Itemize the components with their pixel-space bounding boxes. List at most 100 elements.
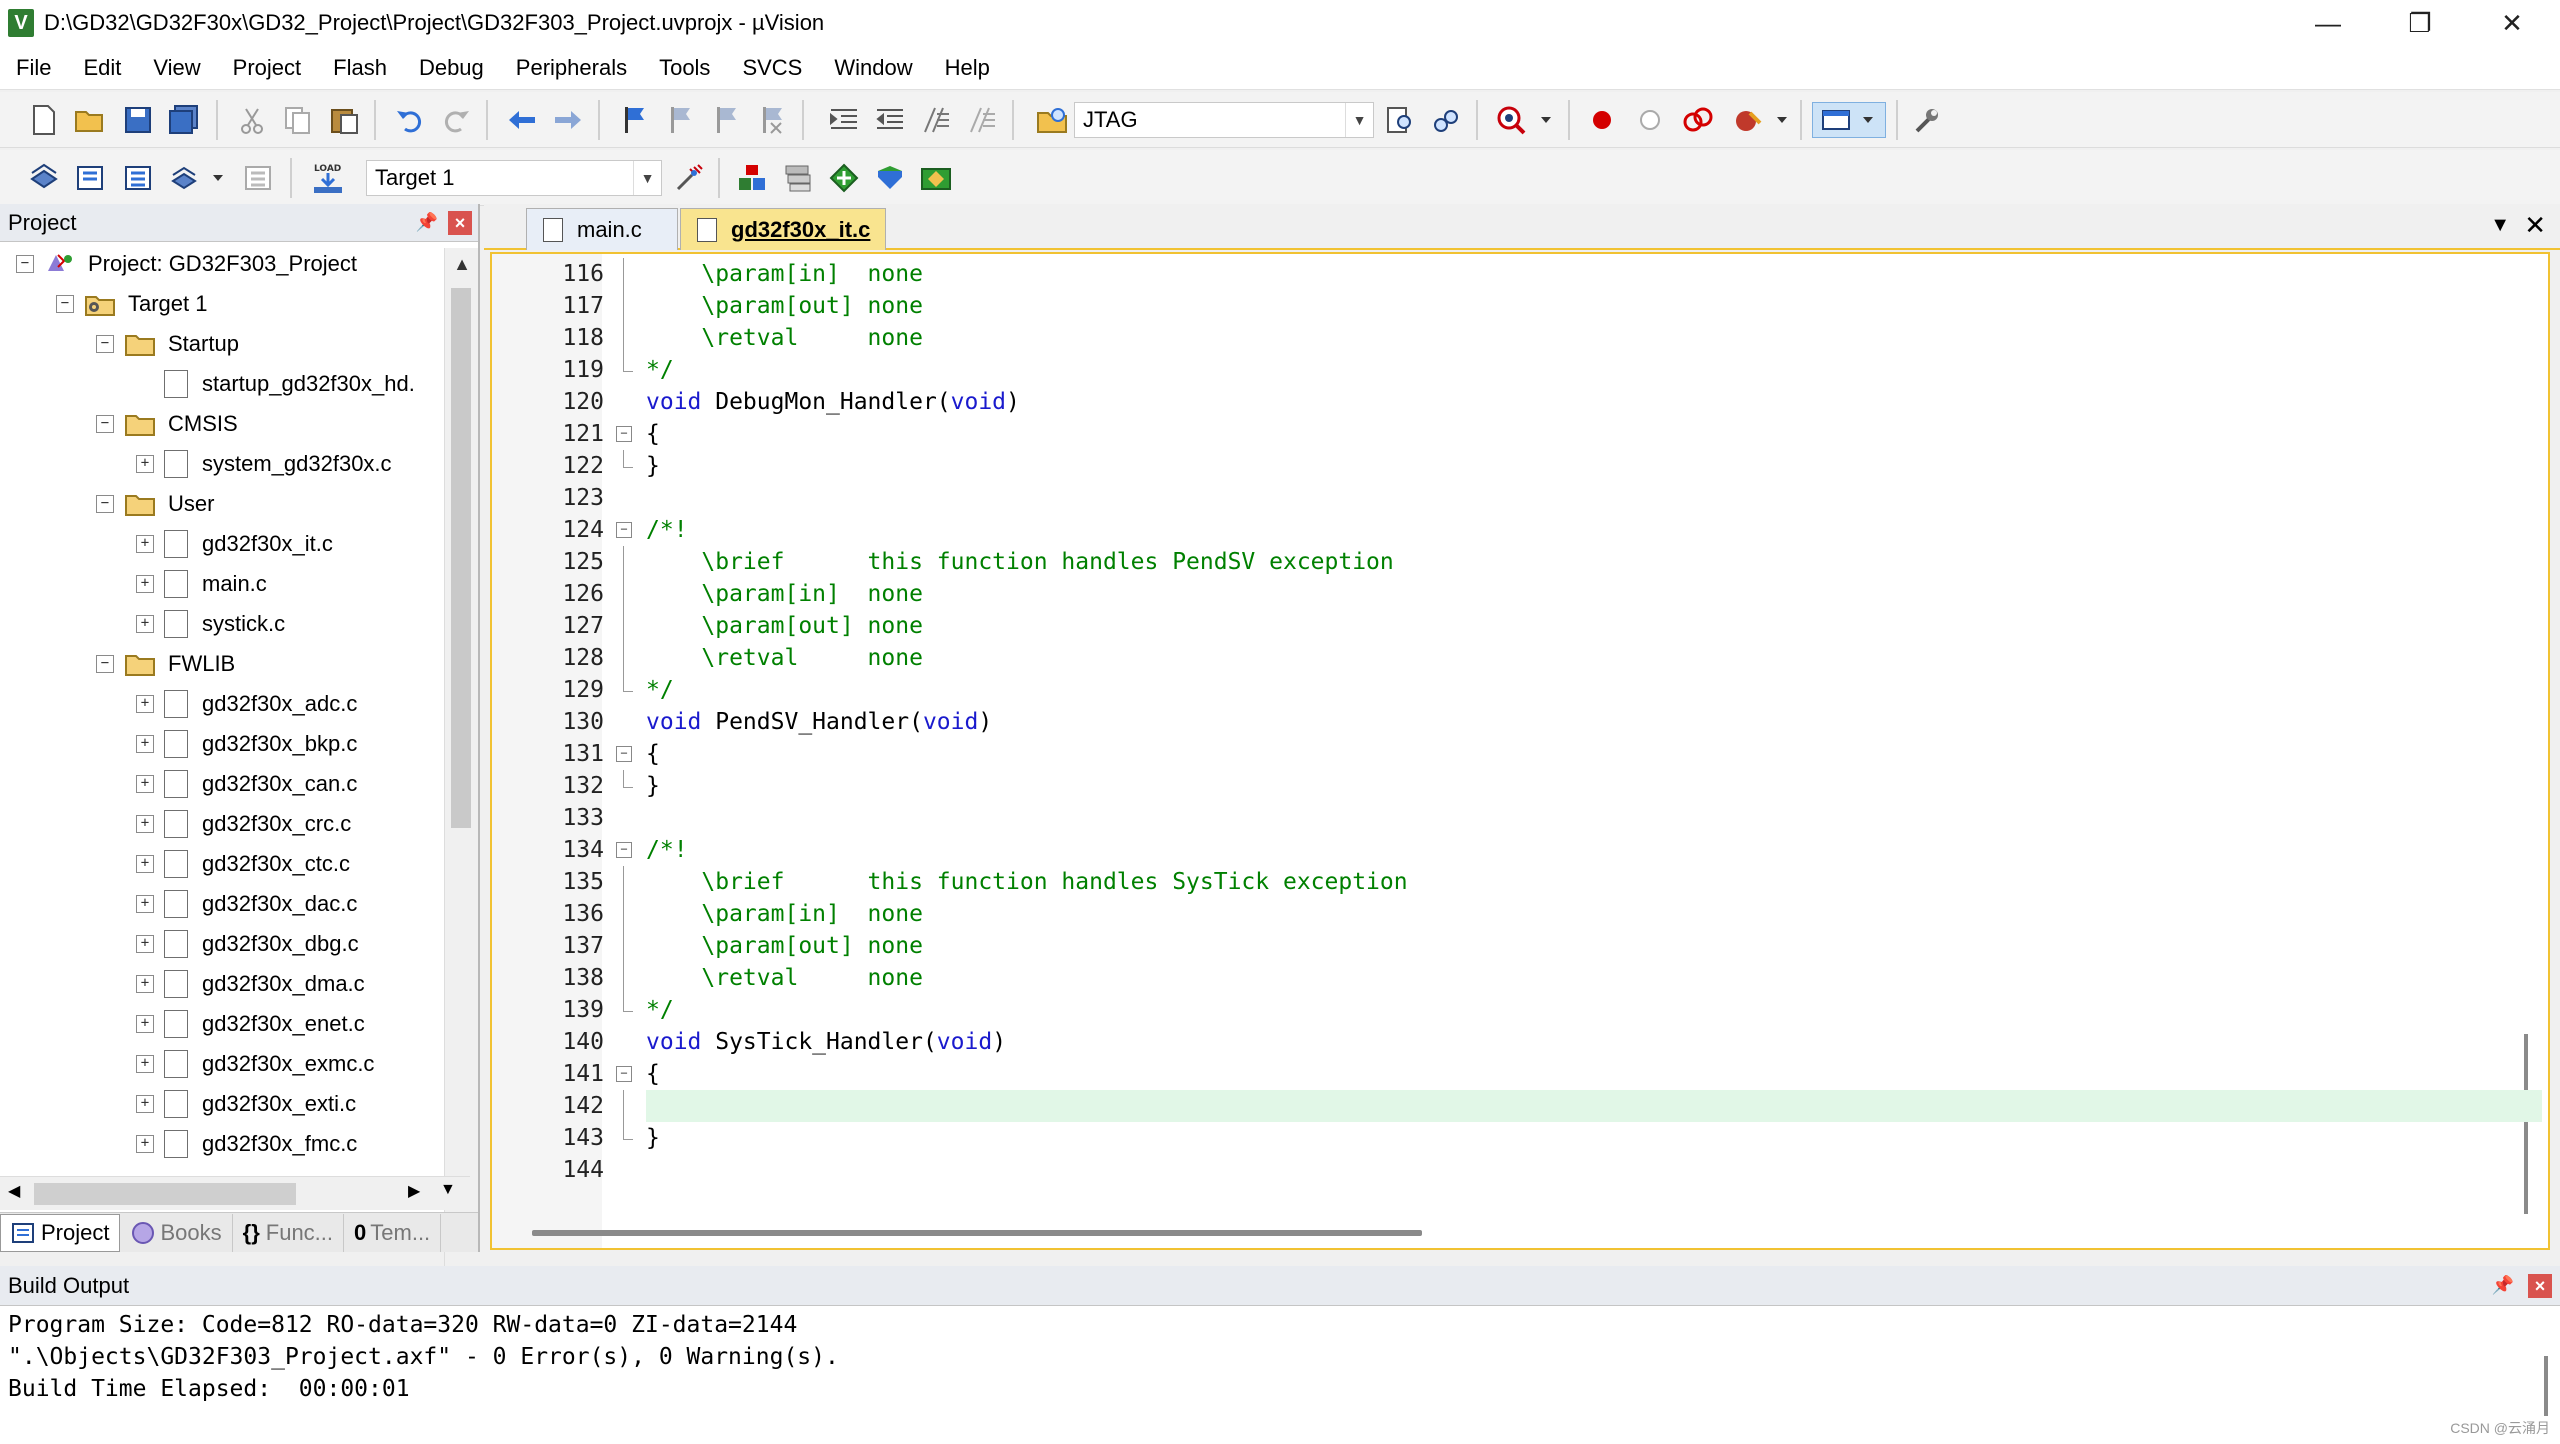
expand-icon[interactable]: + [136, 1055, 154, 1073]
close-window-button[interactable]: ✕ [2466, 0, 2558, 46]
chevron-down-icon[interactable] [200, 160, 236, 196]
tree-file-item[interactable]: + gd32f30x_bkp.c [136, 724, 357, 764]
pin-icon[interactable]: 📌 [416, 212, 438, 233]
new-file-icon[interactable] [26, 102, 62, 138]
fold-collapse-icon[interactable]: − [616, 426, 632, 442]
debug-session-icon[interactable] [1494, 102, 1530, 138]
tree-file-item[interactable]: + gd32f30x_it.c [136, 524, 333, 564]
disable-breakpoint-icon[interactable] [1632, 102, 1668, 138]
tree-file-item[interactable]: + gd32f30x_adc.c [136, 684, 357, 724]
tree-file-item[interactable]: startup_gd32f30x_hd. [136, 364, 415, 404]
chevron-down-icon[interactable] [1764, 102, 1800, 138]
tree-file-item[interactable]: + main.c [136, 564, 267, 604]
find-in-files-icon[interactable] [1034, 102, 1070, 138]
tree-file-item[interactable]: + gd32f30x_exti.c [136, 1084, 356, 1124]
code-line[interactable]: 132} [492, 770, 2548, 802]
close-tab-icon[interactable]: ✕ [2524, 210, 2546, 241]
code-line[interactable]: 119 */ [492, 354, 2548, 386]
bookmark-icon[interactable] [616, 102, 652, 138]
code-line[interactable]: 133 [492, 802, 2548, 834]
nav-back-icon[interactable] [504, 102, 540, 138]
code-line[interactable]: 134−/*! [492, 834, 2548, 866]
indent-icon[interactable] [826, 102, 862, 138]
tab-gd32f30x-it-c[interactable]: gd32f30x_it.c [680, 208, 886, 250]
kill-breakpoints-icon[interactable] [1680, 102, 1716, 138]
code-line[interactable]: 120 void DebugMon_Handler(void) [492, 386, 2548, 418]
tree-folder-item[interactable]: − CMSIS [96, 404, 238, 444]
tree-file-item[interactable]: + gd32f30x_can.c [136, 764, 357, 804]
chevron-down-icon[interactable]: ▼ [1345, 103, 1373, 137]
code-line[interactable]: 144 [492, 1154, 2548, 1186]
code-line[interactable]: 126 \param[in] none [492, 578, 2548, 610]
scroll-down-arrow-icon[interactable]: ▼ [440, 1181, 456, 1199]
select-packs-icon[interactable] [780, 160, 816, 196]
pin-icon[interactable]: 📌 [2492, 1275, 2514, 1296]
build-output-scrollbar[interactable] [2544, 1356, 2548, 1416]
code-line[interactable]: 121−{ [492, 418, 2548, 450]
download-icon[interactable]: LOAD [306, 160, 350, 196]
tree-project-item[interactable]: − Project: GD32F303_Project [16, 244, 357, 284]
menu-peripherals[interactable]: Peripherals [500, 55, 643, 81]
collapse-icon[interactable]: − [96, 495, 114, 513]
breakpoint-options-icon[interactable] [1730, 102, 1766, 138]
tree-folder-item[interactable]: − Startup [96, 324, 239, 364]
collapse-icon[interactable]: − [96, 415, 114, 433]
code-line[interactable]: 123 [492, 482, 2548, 514]
breakpoint-icon[interactable] [1584, 102, 1620, 138]
scrollbar-thumb[interactable] [451, 288, 471, 828]
project-tree-horizontal-scrollbar[interactable]: ◀ ▶ ▼ [0, 1176, 470, 1210]
menu-project[interactable]: Project [217, 55, 317, 81]
collapse-icon[interactable]: − [96, 335, 114, 353]
close-panel-button[interactable]: × [2528, 1274, 2552, 1298]
pack-icon[interactable] [918, 160, 954, 196]
prev-bookmark-icon[interactable] [662, 102, 698, 138]
tree-file-item[interactable]: + gd32f30x_exmc.c [136, 1044, 374, 1084]
code-line[interactable]: 140 void SysTick_Handler(void) [492, 1026, 2548, 1058]
clear-bookmarks-icon[interactable] [754, 102, 790, 138]
tab-main-c[interactable]: main.c [526, 208, 678, 250]
collapse-icon[interactable]: − [16, 255, 34, 273]
code-line[interactable]: 143} [492, 1122, 2548, 1154]
tree-file-item[interactable]: + gd32f30x_fmc.c [136, 1124, 357, 1164]
expand-icon[interactable]: + [136, 815, 154, 833]
collapse-icon[interactable]: − [96, 655, 114, 673]
copy-icon[interactable] [280, 102, 316, 138]
code-editor[interactable]: 116 \param[in] none 117 \param[out] none 1… [490, 252, 2550, 1250]
find-icon[interactable] [1382, 102, 1418, 138]
window-layout-icon[interactable] [1812, 102, 1886, 138]
code-line[interactable]: 125 \brief this function handles PendSV … [492, 546, 2548, 578]
manage-components-icon[interactable] [734, 160, 770, 196]
unindent-icon[interactable] [872, 102, 908, 138]
code-line[interactable]: 128 \retval none [492, 642, 2548, 674]
tree-folder-item[interactable]: − FWLIB [96, 644, 235, 684]
undo-icon[interactable] [392, 102, 428, 138]
expand-icon[interactable]: + [136, 535, 154, 553]
tab-list-dropdown-icon[interactable]: ▼ [2490, 214, 2510, 237]
maximize-button[interactable]: ❐ [2374, 0, 2466, 46]
code-line[interactable]: 129 */ [492, 674, 2548, 706]
code-line[interactable]: 141−{ [492, 1058, 2548, 1090]
chevron-down-icon[interactable]: ▼ [633, 161, 661, 195]
menu-debug[interactable]: Debug [403, 55, 500, 81]
menu-help[interactable]: Help [929, 55, 1006, 81]
expand-icon[interactable]: + [136, 575, 154, 593]
target-select[interactable]: Target 1 ▼ [366, 160, 662, 196]
redo-icon[interactable] [438, 102, 474, 138]
tree-file-item[interactable]: + system_gd32f30x.c [136, 444, 392, 484]
tree-file-item[interactable]: + gd32f30x_crc.c [136, 804, 351, 844]
expand-icon[interactable]: + [136, 975, 154, 993]
expand-icon[interactable]: + [136, 1015, 154, 1033]
rebuild-icon[interactable] [120, 160, 156, 196]
menu-svcs[interactable]: SVCS [726, 55, 818, 81]
configure-icon[interactable] [1908, 102, 1944, 138]
fold-collapse-icon[interactable]: − [616, 1066, 632, 1082]
code-line[interactable]: 136 \param[in] none [492, 898, 2548, 930]
tree-target-item[interactable]: − Target 1 [56, 284, 208, 324]
tab-functions[interactable]: {} Func... [233, 1213, 345, 1252]
pack-installer-icon[interactable] [826, 160, 862, 196]
incremental-find-icon[interactable] [1428, 102, 1464, 138]
tree-file-item[interactable]: + gd32f30x_dma.c [136, 964, 365, 1004]
tree-file-item[interactable]: + gd32f30x_dac.c [136, 884, 357, 924]
tree-file-item[interactable]: + gd32f30x_ctc.c [136, 844, 350, 884]
editor-horizontal-scrollbar[interactable] [532, 1230, 1422, 1236]
